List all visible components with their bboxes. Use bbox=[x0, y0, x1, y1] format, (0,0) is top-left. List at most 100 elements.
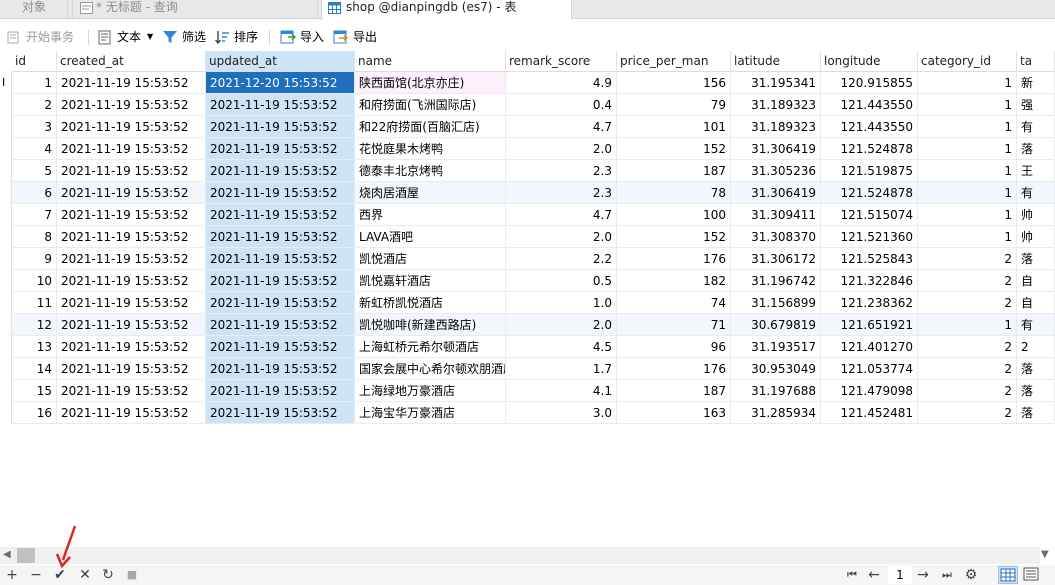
cell-id[interactable]: 7 bbox=[12, 204, 57, 226]
cell-latitude[interactable]: 31.306419 bbox=[731, 182, 821, 204]
cell-price-per-man[interactable]: 71 bbox=[617, 314, 731, 336]
cell-longitude[interactable]: 121.479098 bbox=[821, 380, 918, 402]
column-header-longitude[interactable]: longitude bbox=[821, 51, 918, 72]
cell-category-id[interactable]: 1 bbox=[918, 116, 1017, 138]
cell-price-per-man[interactable]: 74 bbox=[617, 292, 731, 314]
cell-category-id[interactable]: 1 bbox=[918, 204, 1017, 226]
cell-remark-score[interactable]: 2.0 bbox=[506, 226, 617, 248]
page-number-field[interactable]: 1 bbox=[888, 566, 912, 584]
cell-category-id[interactable]: 2 bbox=[918, 336, 1017, 358]
cell-latitude[interactable]: 31.305236 bbox=[731, 160, 821, 182]
cell-remark-score[interactable]: 0.5 bbox=[506, 270, 617, 292]
cell-longitude[interactable]: 121.521360 bbox=[821, 226, 918, 248]
cell-longitude[interactable]: 120.915855 bbox=[821, 72, 918, 94]
tab-shop-table[interactable]: shop @dianpingdb (es7) - 表 bbox=[321, 0, 572, 20]
cell-category-id[interactable]: 2 bbox=[918, 248, 1017, 270]
cell-latitude[interactable]: 31.195341 bbox=[731, 72, 821, 94]
cell-created-at[interactable]: 2021-11-19 15:53:52 bbox=[57, 160, 206, 182]
cell-longitude[interactable]: 121.515074 bbox=[821, 204, 918, 226]
cell-longitude[interactable]: 121.443550 bbox=[821, 94, 918, 116]
cell-remark-score[interactable]: 2.3 bbox=[506, 160, 617, 182]
cell-updated-at[interactable]: 2021-11-19 15:53:52 bbox=[206, 116, 355, 138]
cell-created-at[interactable]: 2021-11-19 15:53:52 bbox=[57, 314, 206, 336]
cell-id[interactable]: 3 bbox=[12, 116, 57, 138]
cell-latitude[interactable]: 31.193517 bbox=[731, 336, 821, 358]
cell-remark-score[interactable]: 3.0 bbox=[506, 402, 617, 424]
cell-name[interactable]: 上海绿地万豪酒店 bbox=[355, 380, 506, 402]
cell-updated-at[interactable]: 2021-11-19 15:53:52 bbox=[206, 314, 355, 336]
grid-view-button[interactable] bbox=[998, 566, 1018, 584]
cell-ta[interactable]: 落 bbox=[1017, 402, 1055, 424]
cell-id[interactable]: 14 bbox=[12, 358, 57, 380]
cell-ta[interactable]: 有 bbox=[1017, 314, 1055, 336]
cell-updated-at[interactable]: 2021-11-19 15:53:52 bbox=[206, 138, 355, 160]
cell-remark-score[interactable]: 4.7 bbox=[506, 116, 617, 138]
cell-updated-at[interactable]: 2021-11-19 15:53:52 bbox=[206, 248, 355, 270]
cell-name[interactable]: 凯悦嘉轩酒店 bbox=[355, 270, 506, 292]
cell-id[interactable]: 8 bbox=[12, 226, 57, 248]
cell-category-id[interactable]: 2 bbox=[918, 402, 1017, 424]
cell-updated-at[interactable]: 2021-11-19 15:53:52 bbox=[206, 160, 355, 182]
cell-created-at[interactable]: 2021-11-19 15:53:52 bbox=[57, 270, 206, 292]
cell-updated-at[interactable]: 2021-11-19 15:53:52 bbox=[206, 94, 355, 116]
column-header-category-id[interactable]: category_id bbox=[918, 51, 1017, 72]
cell-ta[interactable]: 自 bbox=[1017, 292, 1055, 314]
cell-name[interactable]: LAVA酒吧 bbox=[355, 226, 506, 248]
cell-longitude[interactable]: 121.452481 bbox=[821, 402, 918, 424]
cell-updated-at[interactable]: 2021-11-19 15:53:52 bbox=[206, 380, 355, 402]
cell-ta[interactable]: 2 bbox=[1017, 336, 1055, 358]
cell-longitude[interactable]: 121.651921 bbox=[821, 314, 918, 336]
cell-category-id[interactable]: 2 bbox=[918, 292, 1017, 314]
cell-created-at[interactable]: 2021-11-19 15:53:52 bbox=[57, 380, 206, 402]
cell-created-at[interactable]: 2021-11-19 15:53:52 bbox=[57, 292, 206, 314]
settings-gear-icon[interactable]: ⚙ bbox=[964, 567, 978, 583]
cell-remark-score[interactable]: 2.0 bbox=[506, 314, 617, 336]
cell-name[interactable]: 烧肉居酒屋 bbox=[355, 182, 506, 204]
cell-price-per-man[interactable]: 163 bbox=[617, 402, 731, 424]
add-record-icon[interactable]: + bbox=[5, 567, 19, 583]
cell-created-at[interactable]: 2021-11-19 15:53:52 bbox=[57, 226, 206, 248]
column-header-created-at[interactable]: created_at bbox=[57, 51, 206, 72]
cell-category-id[interactable]: 1 bbox=[918, 182, 1017, 204]
cell-id[interactable]: 12 bbox=[12, 314, 57, 336]
cell-created-at[interactable]: 2021-11-19 15:53:52 bbox=[57, 204, 206, 226]
cell-name[interactable]: 陕西面馆(北京亦庄) bbox=[355, 72, 506, 94]
cell-category-id[interactable]: 1 bbox=[918, 314, 1017, 336]
column-header-name[interactable]: name bbox=[355, 51, 506, 72]
cell-longitude[interactable]: 121.443550 bbox=[821, 116, 918, 138]
column-header-latitude[interactable]: latitude bbox=[731, 51, 821, 72]
cell-name[interactable]: 和府捞面(飞洲国际店) bbox=[355, 94, 506, 116]
cell-price-per-man[interactable]: 182 bbox=[617, 270, 731, 292]
cell-latitude[interactable]: 31.306172 bbox=[731, 248, 821, 270]
cell-ta[interactable]: 帅 bbox=[1017, 226, 1055, 248]
cell-id[interactable]: 1 bbox=[12, 72, 57, 94]
cell-category-id[interactable]: 1 bbox=[918, 138, 1017, 160]
cell-created-at[interactable]: 2021-11-19 15:53:52 bbox=[57, 358, 206, 380]
cell-name[interactable]: 新虹桥凯悦酒店 bbox=[355, 292, 506, 314]
apply-changes-icon[interactable]: ✔ bbox=[53, 567, 67, 583]
delete-record-icon[interactable]: − bbox=[29, 567, 43, 583]
cell-latitude[interactable]: 31.309411 bbox=[731, 204, 821, 226]
cell-id[interactable]: 5 bbox=[12, 160, 57, 182]
cell-updated-at[interactable]: 2021-11-19 15:53:52 bbox=[206, 270, 355, 292]
cell-price-per-man[interactable]: 101 bbox=[617, 116, 731, 138]
cell-ta[interactable]: 王 bbox=[1017, 160, 1055, 182]
cell-remark-score[interactable]: 2.2 bbox=[506, 248, 617, 270]
cell-latitude[interactable]: 31.306419 bbox=[731, 138, 821, 160]
cell-price-per-man[interactable]: 152 bbox=[617, 226, 731, 248]
cell-id[interactable]: 13 bbox=[12, 336, 57, 358]
column-header-id[interactable]: id bbox=[12, 51, 57, 72]
cell-id[interactable]: 16 bbox=[12, 402, 57, 424]
cell-updated-at[interactable]: 2021-11-19 15:53:52 bbox=[206, 292, 355, 314]
cell-price-per-man[interactable]: 156 bbox=[617, 72, 731, 94]
cell-ta[interactable]: 自 bbox=[1017, 270, 1055, 292]
cell-remark-score[interactable]: 1.7 bbox=[506, 358, 617, 380]
cell-name[interactable]: 凯悦酒店 bbox=[355, 248, 506, 270]
cell-longitude[interactable]: 121.053774 bbox=[821, 358, 918, 380]
cell-price-per-man[interactable]: 96 bbox=[617, 336, 731, 358]
cell-ta[interactable]: 落 bbox=[1017, 138, 1055, 160]
cell-remark-score[interactable]: 4.5 bbox=[506, 336, 617, 358]
cell-created-at[interactable]: 2021-11-19 15:53:52 bbox=[57, 182, 206, 204]
discard-changes-icon[interactable]: ✕ bbox=[78, 567, 92, 583]
stop-icon[interactable]: ■ bbox=[125, 567, 139, 583]
